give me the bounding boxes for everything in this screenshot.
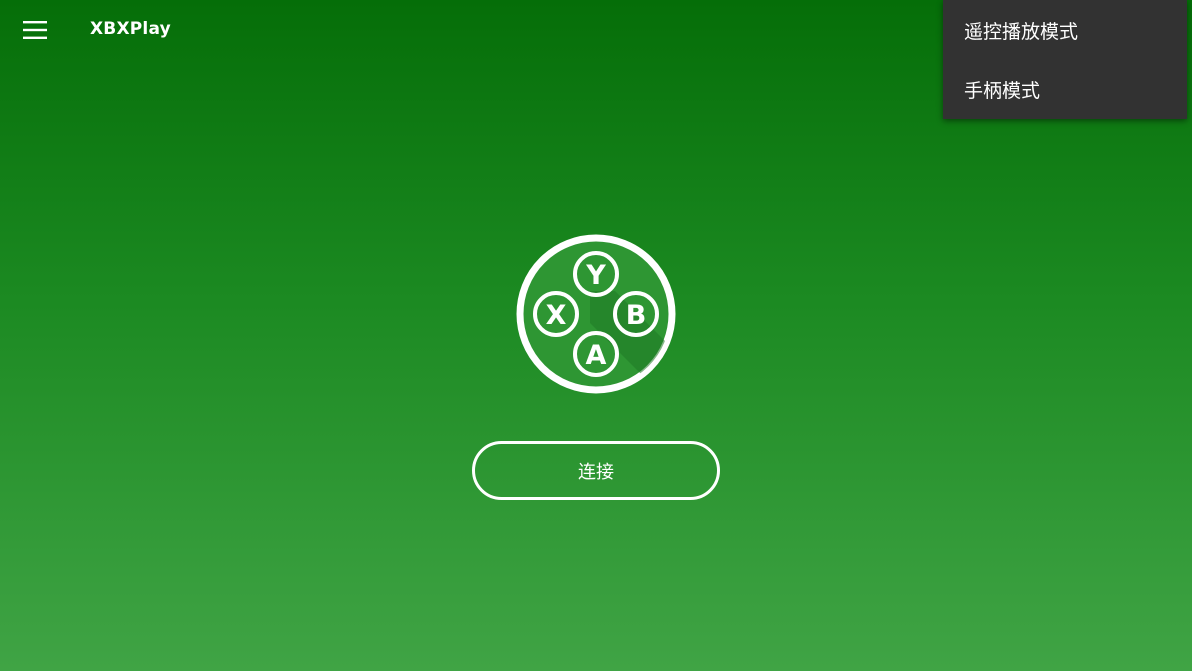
logo-button-b: B <box>626 300 647 331</box>
logo-button-y: Y <box>585 260 606 291</box>
overflow-popup-menu: 遥控播放模式 手柄模式 <box>943 0 1187 119</box>
logo-button-a: A <box>586 340 607 371</box>
connect-button[interactable]: 连接 <box>472 441 720 500</box>
hamburger-menu-icon <box>23 21 47 39</box>
menu-button[interactable] <box>14 10 56 50</box>
app-title: XBXPlay <box>90 19 171 39</box>
logo-button-x: X <box>546 300 567 331</box>
menu-item-gamepad-mode[interactable]: 手柄模式 <box>943 60 1187 119</box>
menu-item-remote-play-mode[interactable]: 遥控播放模式 <box>943 1 1187 60</box>
controller-buttons-logo-icon: Y X B A <box>516 234 676 394</box>
